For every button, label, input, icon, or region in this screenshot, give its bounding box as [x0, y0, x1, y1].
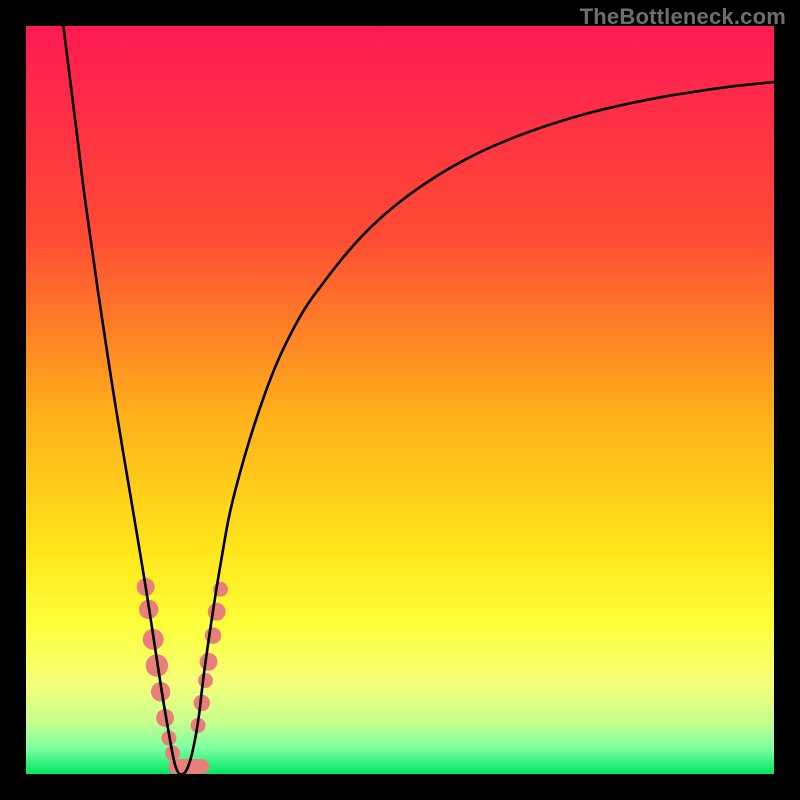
plot-area: [26, 26, 774, 774]
data-marker: [198, 673, 213, 688]
bottleneck-curve: [63, 26, 774, 774]
curve-layer: [26, 26, 774, 774]
data-marker: [200, 653, 218, 671]
chart-frame: TheBottleneck.com: [0, 0, 800, 800]
data-marker: [208, 603, 226, 621]
